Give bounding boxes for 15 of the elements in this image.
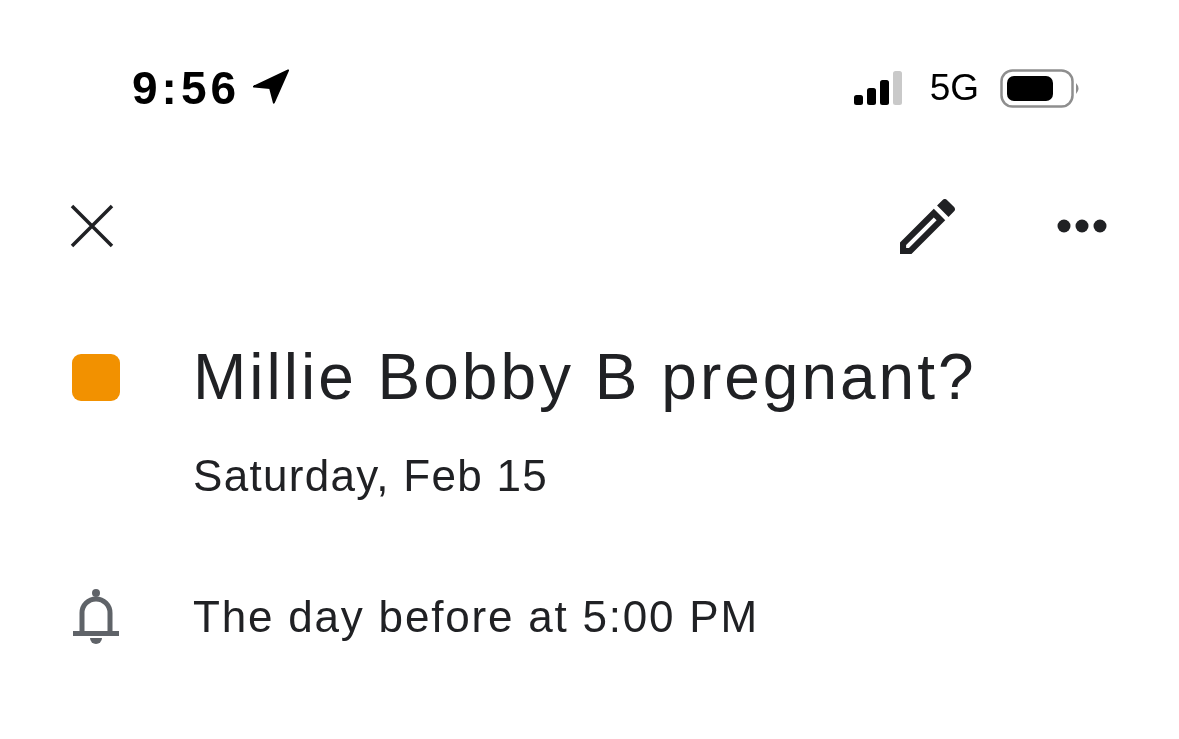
- more-icon: [1057, 219, 1107, 233]
- close-button[interactable]: [70, 204, 114, 248]
- clock-time: 9:56: [132, 62, 241, 114]
- close-icon: [70, 204, 114, 248]
- location-arrow-icon: [252, 69, 291, 105]
- battery-icon: [1000, 68, 1081, 108]
- pencil-icon: [900, 198, 955, 254]
- network-label: 5G: [929, 66, 979, 110]
- notification-text: The day before at 5:00 PM: [193, 591, 759, 643]
- event-date: Saturday, Feb 15: [193, 450, 549, 502]
- more-options-button[interactable]: [1057, 219, 1107, 233]
- bell-icon: [72, 587, 120, 647]
- signal-icon: [853, 71, 902, 105]
- event-title: Millie Bobby B pregnant?: [193, 340, 977, 415]
- edit-button[interactable]: [900, 198, 955, 254]
